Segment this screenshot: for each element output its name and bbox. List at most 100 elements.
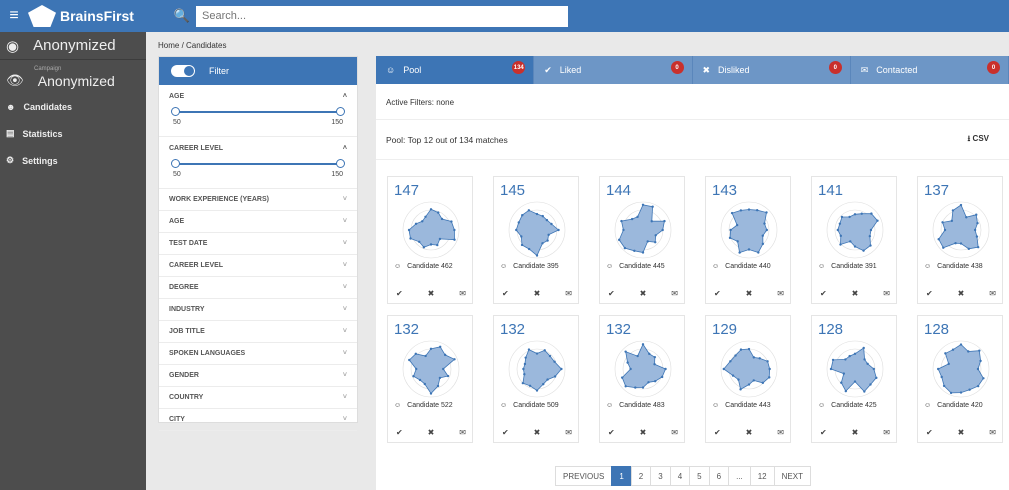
slider-min-handle[interactable]: [171, 159, 180, 168]
user-menu[interactable]: ◉ Anonymized: [0, 32, 146, 60]
page-button[interactable]: 3: [650, 466, 671, 486]
slider-max-handle[interactable]: [336, 107, 345, 116]
candidate-card[interactable]: 132 ☺ Candidate 522 ✔ ✖ ✉: [387, 315, 473, 443]
like-button[interactable]: ✔: [502, 428, 509, 437]
filter-section[interactable]: CAREER LEVEL ˅: [159, 255, 357, 277]
like-button[interactable]: ✔: [502, 289, 509, 298]
sidebar-item-statistics[interactable]: ▤ Statistics: [0, 120, 146, 147]
contact-button[interactable]: ✉: [883, 428, 890, 437]
filter-section[interactable]: SPOKEN LANGUAGES ˅: [159, 343, 357, 365]
csv-download-button[interactable]: ⭳ CSV: [968, 133, 1000, 147]
dislike-button[interactable]: ✖: [428, 428, 435, 437]
like-button[interactable]: ✔: [926, 428, 933, 437]
candidate-card[interactable]: 137 ☺ Candidate 438 ✔ ✖ ✉: [917, 176, 1003, 304]
tab-contacted[interactable]: ✉ Contacted 0: [850, 56, 1009, 84]
page-button[interactable]: ...: [728, 466, 751, 486]
filter-section[interactable]: WORK EXPERIENCE (YEARS) ˅: [159, 189, 357, 211]
candidate-card[interactable]: 129 ☺ Candidate 443 ✔ ✖ ✉: [705, 315, 791, 443]
page-button[interactable]: 4: [669, 466, 691, 486]
candidate-card[interactable]: 143 ☺ Candidate 440 ✔ ✖ ✉: [705, 176, 791, 304]
age-filter-header[interactable]: AGE ˄: [159, 85, 357, 107]
contact-button[interactable]: ✉: [459, 428, 466, 437]
like-button[interactable]: ✔: [608, 289, 615, 298]
filter-section-label: JOB TITLE: [169, 328, 205, 335]
filter-section[interactable]: DEGREE ˅: [159, 277, 357, 299]
like-button[interactable]: ✔: [714, 289, 721, 298]
sidebar-item-candidates[interactable]: ☻ Candidates: [0, 93, 146, 120]
dislike-button[interactable]: ✖: [958, 289, 965, 298]
candidate-card[interactable]: 147 ☺ Candidate 462 ✔ ✖ ✉: [387, 176, 473, 304]
like-button[interactable]: ✔: [820, 428, 827, 437]
slider-max-handle[interactable]: [336, 159, 345, 168]
search-input[interactable]: [196, 5, 568, 27]
candidate-card[interactable]: 128 ☺ Candidate 420 ✔ ✖ ✉: [917, 315, 1003, 443]
filter-section[interactable]: TEST DATE ˅: [159, 233, 357, 255]
contact-button[interactable]: ✉: [671, 289, 678, 298]
page-button[interactable]: 12: [749, 466, 775, 486]
contact-button[interactable]: ✉: [565, 289, 572, 298]
gear-icon: ⚙: [6, 155, 15, 165]
filter-section[interactable]: INDUSTRY ˅: [159, 299, 357, 321]
campaign-selector[interactable]: 👁 Anonymized: [0, 72, 146, 89]
sidebar-item-settings[interactable]: ⚙ Settings: [0, 147, 146, 174]
candidate-card[interactable]: 144 ☺ Candidate 445 ✔ ✖ ✉: [599, 176, 685, 304]
contact-button[interactable]: ✉: [777, 289, 784, 298]
contact-button[interactable]: ✉: [565, 428, 572, 437]
dislike-button[interactable]: ✖: [746, 289, 753, 298]
candidate-card[interactable]: 145 ☺ Candidate 395 ✔ ✖ ✉: [493, 176, 579, 304]
campaign-label: Campaign: [34, 66, 62, 72]
contact-button[interactable]: ✉: [671, 428, 678, 437]
page-button[interactable]: 6: [708, 466, 730, 486]
tab-pool[interactable]: ☺ Pool 134: [376, 56, 535, 84]
contact-button[interactable]: ✉: [777, 428, 784, 437]
dislike-button[interactable]: ✖: [534, 428, 541, 437]
dislike-button[interactable]: ✖: [852, 289, 859, 298]
menu-icon[interactable]: ≡: [0, 0, 28, 32]
dislike-button[interactable]: ✖: [534, 289, 541, 298]
filter-section[interactable]: GENDER ˅: [159, 365, 357, 387]
dislike-button[interactable]: ✖: [958, 428, 965, 437]
breadcrumb[interactable]: Home / Candidates: [158, 41, 226, 50]
dislike-button[interactable]: ✖: [640, 428, 647, 437]
candidate-card[interactable]: 132 ☺ Candidate 483 ✔ ✖ ✉: [599, 315, 685, 443]
like-button[interactable]: ✔: [820, 289, 827, 298]
page-button[interactable]: 5: [689, 466, 710, 486]
candidate-name-row: ☺ Candidate 420: [924, 402, 983, 409]
card-actions: ✔ ✖ ✉: [926, 428, 996, 437]
like-button[interactable]: ✔: [396, 289, 403, 298]
contact-button[interactable]: ✉: [883, 289, 890, 298]
dislike-button[interactable]: ✖: [852, 428, 859, 437]
tab-disliked[interactable]: ✖ Disliked 0: [692, 56, 851, 84]
dislike-button[interactable]: ✖: [640, 289, 647, 298]
previous-page-button[interactable]: PREVIOUS: [555, 466, 613, 486]
filter-section[interactable]: AGE ˅: [159, 211, 357, 233]
candidate-card[interactable]: 141 ☺ Candidate 391 ✔ ✖ ✉: [811, 176, 897, 304]
radar-chart-icon: [614, 201, 672, 259]
contact-button[interactable]: ✉: [989, 289, 996, 298]
like-button[interactable]: ✔: [714, 428, 721, 437]
age-filter-label: AGE: [169, 92, 185, 100]
page-button[interactable]: 2: [630, 466, 652, 486]
search-icon[interactable]: 🔍: [168, 8, 196, 24]
dislike-button[interactable]: ✖: [746, 428, 753, 437]
age-slider[interactable]: 50 150: [159, 107, 357, 137]
like-button[interactable]: ✔: [926, 289, 933, 298]
contact-button[interactable]: ✉: [459, 289, 466, 298]
filter-section[interactable]: CITY ˅: [159, 409, 357, 431]
candidate-card[interactable]: 128 ☺ Candidate 425 ✔ ✖ ✉: [811, 315, 897, 443]
like-button[interactable]: ✔: [396, 428, 403, 437]
filter-toggle[interactable]: [171, 65, 195, 77]
filter-section[interactable]: JOB TITLE ˅: [159, 321, 357, 343]
dislike-button[interactable]: ✖: [428, 289, 435, 298]
contact-button[interactable]: ✉: [989, 428, 996, 437]
next-page-button[interactable]: NEXT: [773, 466, 811, 486]
candidate-card[interactable]: 132 ☺ Candidate 509 ✔ ✖ ✉: [493, 315, 579, 443]
like-button[interactable]: ✔: [608, 428, 615, 437]
tab-liked[interactable]: ✔ Liked 0: [534, 56, 693, 84]
filter-section[interactable]: COUNTRY ˅: [159, 387, 357, 409]
page-button[interactable]: 1: [611, 466, 632, 486]
brand-logo[interactable]: BrainsFirst: [28, 5, 168, 27]
career-filter-header[interactable]: CAREER LEVEL ˄: [159, 137, 357, 159]
career-slider[interactable]: 50 150: [159, 159, 357, 189]
slider-min-handle[interactable]: [171, 107, 180, 116]
